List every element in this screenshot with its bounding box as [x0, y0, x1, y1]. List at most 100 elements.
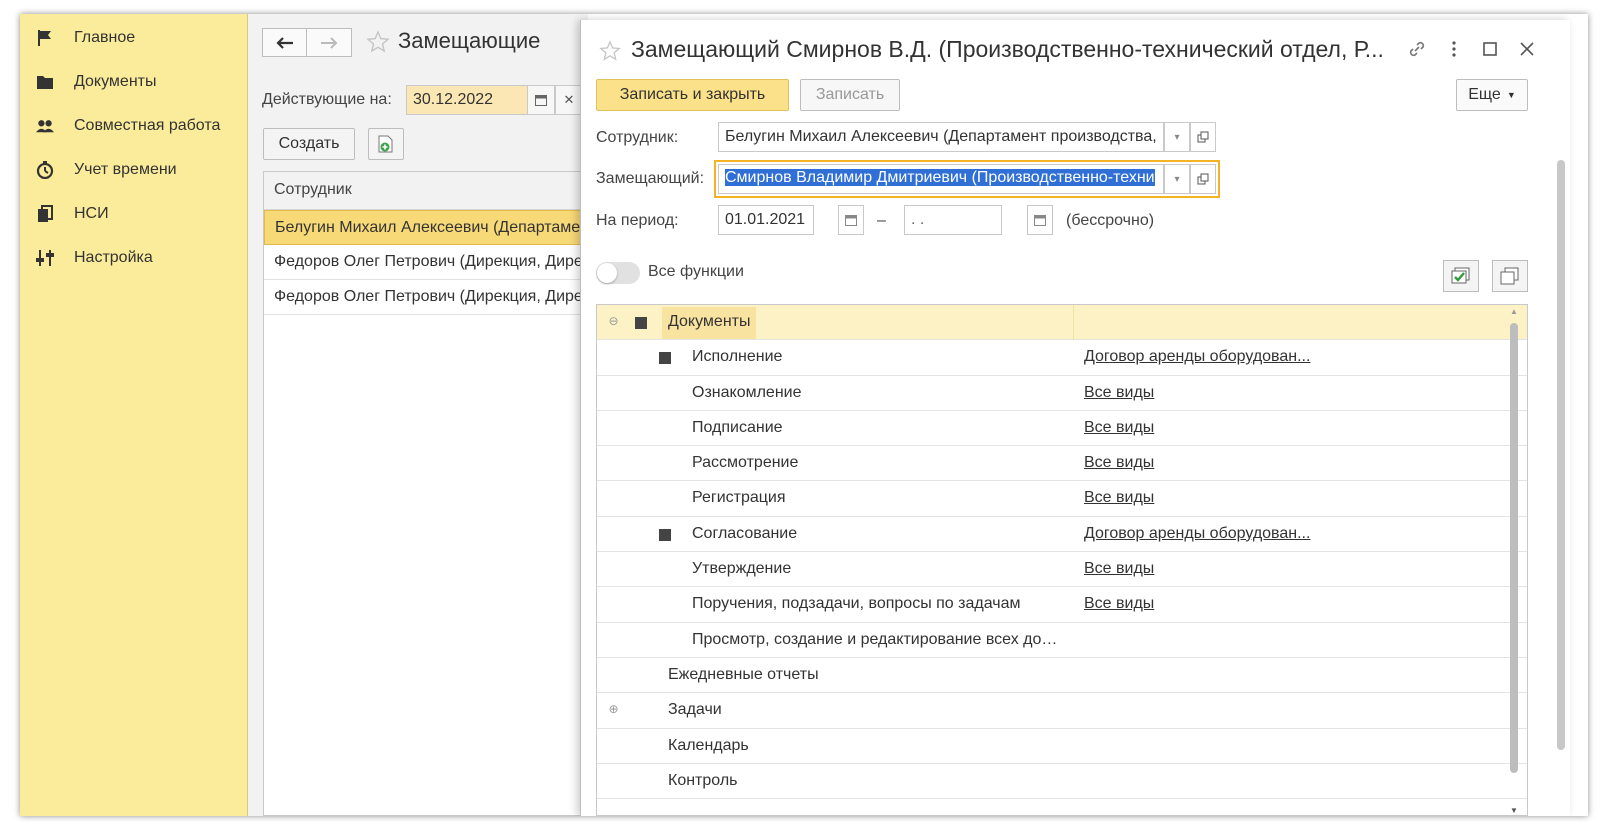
vertical-dots-icon	[1452, 41, 1456, 57]
period-from-calendar-button[interactable]	[838, 205, 864, 235]
form-scrollbar[interactable]	[1556, 160, 1566, 800]
expand-icon[interactable]: ⊕	[607, 702, 620, 716]
period-to-calendar-button[interactable]	[1027, 205, 1053, 235]
back-button[interactable]	[262, 28, 307, 57]
grid-row[interactable]: Подписание Все виды	[597, 411, 1527, 447]
grid-row[interactable]: Исполнение Договор аренды оборудован...	[597, 340, 1527, 376]
period-from-field[interactable]: 01.01.2021	[718, 205, 814, 235]
substitute-field[interactable]: Смирнов Владимир Дмитриевич (Производств…	[718, 164, 1164, 194]
sidebar-item-main[interactable]: Главное	[20, 16, 248, 60]
substitute-dropdown-button[interactable]: ▾	[1164, 164, 1190, 194]
sidebar-item-documents[interactable]: Документы	[20, 60, 248, 104]
grid-row[interactable]: Просмотр, создание и редактирование всех…	[597, 623, 1527, 658]
employee-dropdown-button[interactable]: ▾	[1164, 122, 1190, 152]
active-on-date-field[interactable]: 30.12.2022	[406, 85, 528, 115]
document-types-link[interactable]: Все виды	[1084, 595, 1154, 613]
checkbox-filled[interactable]	[635, 317, 647, 329]
substitute-open-button[interactable]	[1190, 164, 1216, 194]
create-button[interactable]: Создать	[263, 128, 355, 160]
sidebar-item-collaboration[interactable]: Совместная работа	[20, 104, 248, 148]
document-types-link[interactable]: Все виды	[1084, 489, 1154, 507]
table-row[interactable]: Федоров Олег Петрович (Дирекция, Дире	[264, 280, 592, 315]
sidebar-item-nsi[interactable]: НСИ	[20, 192, 248, 236]
grid-row-label: Подписание	[692, 418, 783, 436]
favorite-star-icon[interactable]	[599, 40, 621, 67]
document-types-link[interactable]: Договор аренды оборудован...	[1084, 348, 1310, 366]
sidebar: Главное Документы Совместная работа Учет…	[20, 14, 248, 816]
grid-row[interactable]: Рассмотрение Все виды	[597, 446, 1527, 482]
grid-row[interactable]: Поручения, подзадачи, вопросы по задачам…	[597, 587, 1527, 623]
save-button[interactable]: Записать	[800, 79, 900, 111]
grid-row[interactable]: Ознакомление Все виды	[597, 376, 1527, 411]
sidebar-item-label: Главное	[74, 29, 136, 46]
open-item-icon	[1197, 173, 1209, 185]
column-separator	[1073, 305, 1074, 340]
check-all-icon	[1451, 267, 1470, 284]
more-menu-label: Еще	[1468, 86, 1501, 103]
clear-date-button[interactable]: ✕	[555, 85, 583, 115]
employee-open-button[interactable]	[1190, 122, 1216, 152]
close-button[interactable]	[1516, 38, 1538, 60]
check-all-button[interactable]	[1443, 260, 1479, 292]
link-button[interactable]	[1406, 38, 1428, 60]
scrollbar-thumb[interactable]	[1510, 323, 1518, 773]
open-item-icon	[1197, 131, 1209, 143]
favorite-star-icon[interactable]	[366, 30, 390, 59]
grid-scrollbar[interactable]: ▲ ▼	[1509, 305, 1519, 815]
period-to-field[interactable]: . .	[904, 205, 1002, 235]
save-and-close-button[interactable]: Записать и закрыть	[596, 79, 789, 111]
all-functions-label: Все функции	[648, 263, 744, 280]
grid-row-label: Исполнение	[692, 348, 783, 366]
grid-row[interactable]: Ежедневные отчеты	[597, 658, 1527, 694]
more-actions-button[interactable]	[1443, 38, 1465, 60]
document-types-link[interactable]: Все виды	[1084, 454, 1154, 472]
document-types-link[interactable]: Все виды	[1084, 560, 1154, 578]
books-icon	[36, 205, 54, 223]
forward-button[interactable]	[307, 28, 352, 57]
document-types-link[interactable]: Договор аренды оборудован...	[1084, 525, 1310, 543]
grid-row-label: Ежедневные отчеты	[668, 665, 819, 683]
collapse-icon[interactable]: ⊖	[607, 314, 620, 328]
grid-row-label: Контроль	[668, 771, 738, 789]
maximize-button[interactable]	[1479, 38, 1501, 60]
sliders-icon	[36, 249, 54, 267]
grid-row-label: Ознакомление	[692, 383, 802, 401]
scroll-up-icon[interactable]: ▲	[1510, 307, 1518, 316]
grid-row-documents[interactable]: ⊖ Документы	[597, 305, 1527, 341]
table-row[interactable]: Белугин Михаил Алексеевич (Департамент	[264, 210, 592, 245]
checkbox-filled[interactable]	[659, 528, 671, 541]
active-on-label: Действующие на:	[262, 91, 392, 108]
grid-row[interactable]: Утверждение Все виды	[597, 552, 1527, 588]
table-row[interactable]: Федоров Олег Петрович (Дирекция, Дире	[264, 245, 592, 280]
more-menu-button[interactable]: Еще ▼	[1456, 79, 1528, 111]
grid-row[interactable]: ⊕ Задачи	[597, 693, 1527, 729]
sidebar-item-label: Учет времени	[74, 161, 177, 178]
sidebar-item-time-tracking[interactable]: Учет времени	[20, 148, 248, 192]
calendar-button[interactable]	[527, 85, 555, 115]
document-types-link[interactable]: Все виды	[1084, 384, 1154, 402]
all-functions-toggle[interactable]	[596, 262, 640, 284]
history-nav	[262, 28, 352, 57]
sidebar-item-settings[interactable]: Настройка	[20, 236, 248, 280]
grid-row[interactable]: Календарь	[597, 729, 1527, 764]
grid-row[interactable]: Контроль	[597, 764, 1527, 800]
grid-row[interactable]: Регистрация Все виды	[597, 481, 1527, 517]
scroll-down-icon[interactable]: ▼	[1510, 806, 1518, 815]
chevron-down-icon: ▾	[1174, 173, 1180, 185]
uncheck-all-button[interactable]	[1492, 260, 1528, 292]
substitute-label: Замещающий:	[596, 170, 705, 187]
grid-row[interactable]: Согласование Договор аренды оборудован..…	[597, 517, 1527, 553]
checkbox-filled[interactable]	[659, 352, 671, 365]
column-header-employee[interactable]: Сотрудник	[264, 172, 592, 210]
timer-icon	[36, 161, 54, 179]
close-icon: ✕	[563, 92, 575, 107]
grid-row-label: Документы	[662, 307, 757, 339]
scrollbar-thumb[interactable]	[1557, 160, 1565, 750]
create-from-template-button[interactable]	[368, 128, 404, 160]
period-note: (бессрочно)	[1066, 212, 1155, 229]
document-types-link[interactable]: Все виды	[1084, 419, 1154, 437]
employee-field[interactable]: Белугин Михаил Алексеевич (Департамент п…	[718, 122, 1164, 152]
grid-row-label: Поручения, подзадачи, вопросы по задачам	[692, 595, 1021, 613]
functions-grid: ⊖ Документы Исполнение Договор аренды об…	[596, 304, 1528, 816]
grid-row-label: Согласование	[692, 524, 798, 542]
